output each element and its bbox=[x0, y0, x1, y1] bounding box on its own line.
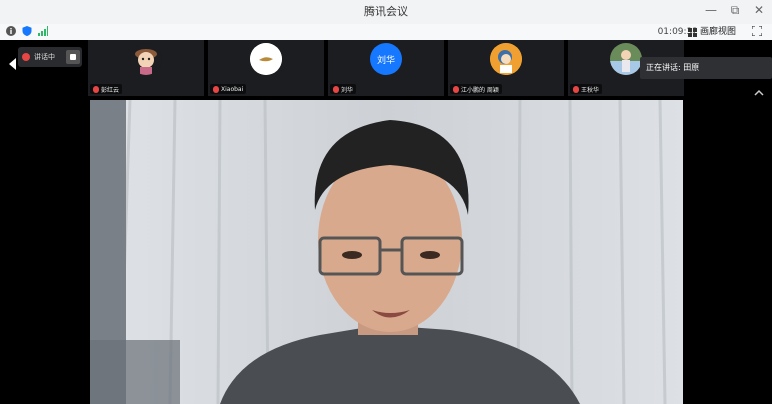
speaking-text: 正在讲话: 田原 bbox=[646, 63, 700, 72]
grid-icon bbox=[687, 27, 697, 37]
participant-name-tag: 江小鹏的 周颖 bbox=[450, 84, 502, 94]
window-title: 腾讯会议 bbox=[364, 5, 408, 18]
participant-name-tag: 王秋华 bbox=[570, 84, 603, 94]
participant-name-tag: 彭红云 bbox=[90, 84, 123, 94]
prev-page-arrow-icon[interactable] bbox=[9, 58, 16, 70]
mic-muted-icon bbox=[213, 85, 219, 93]
participant-name: 江小鹏的 周颖 bbox=[461, 86, 499, 94]
chevron-up-icon[interactable] bbox=[754, 88, 764, 98]
close-button[interactable]: ✕ bbox=[752, 3, 766, 18]
participant-tile[interactable]: 彭红云 bbox=[88, 40, 204, 96]
minimize-button[interactable]: — bbox=[704, 3, 718, 18]
avatar bbox=[490, 43, 522, 75]
avatar bbox=[250, 43, 282, 75]
participant-tile[interactable]: 江小鹏的 周颖 bbox=[448, 40, 564, 96]
window-controls: — ⧉ ✕ bbox=[704, 3, 766, 18]
participant-name: 刘华 bbox=[341, 86, 354, 94]
title-bar: 腾讯会议 — ⧉ ✕ bbox=[0, 0, 772, 24]
participant-name: 王秋华 bbox=[581, 86, 600, 94]
main-video-feed bbox=[90, 100, 683, 404]
meeting-info-bar: 01:09:32 画廊视图 bbox=[0, 24, 772, 41]
avatar: 刘华 bbox=[370, 43, 402, 75]
avatar bbox=[130, 43, 162, 75]
avatar bbox=[610, 43, 642, 75]
fullscreen-icon[interactable] bbox=[752, 26, 762, 36]
stop-video-icon[interactable] bbox=[66, 50, 80, 64]
self-control-panel[interactable]: 讲话中 bbox=[18, 47, 82, 67]
self-status-label: 讲话中 bbox=[34, 53, 55, 61]
participant-tile[interactable]: Xiaobai bbox=[208, 40, 324, 96]
participant-name: 彭红云 bbox=[101, 86, 120, 94]
mic-muted-icon bbox=[333, 85, 339, 93]
speaker-video-frame bbox=[90, 100, 683, 404]
participant-name-tag: 刘华 bbox=[330, 84, 357, 94]
speaking-tooltip: 正在讲话: 田原 bbox=[640, 57, 772, 79]
shield-icon[interactable] bbox=[22, 26, 32, 36]
maximize-button[interactable]: ⧉ bbox=[728, 3, 742, 18]
avatar-initials: 刘华 bbox=[376, 55, 395, 66]
signal-icon bbox=[38, 26, 48, 36]
mic-muted-icon bbox=[453, 85, 459, 93]
info-icon[interactable] bbox=[6, 26, 16, 36]
layout-button[interactable]: 画廊视图 bbox=[687, 24, 736, 40]
participant-name: Xiaobai bbox=[221, 85, 244, 93]
participant-name-tag: Xiaobai bbox=[210, 84, 247, 94]
participant-tile[interactable]: 刘华 刘华 bbox=[328, 40, 444, 96]
mic-muted-icon bbox=[573, 85, 579, 93]
mic-muted-icon bbox=[93, 85, 99, 93]
layout-label: 画廊视图 bbox=[699, 27, 736, 37]
mic-status-icon bbox=[22, 53, 30, 61]
